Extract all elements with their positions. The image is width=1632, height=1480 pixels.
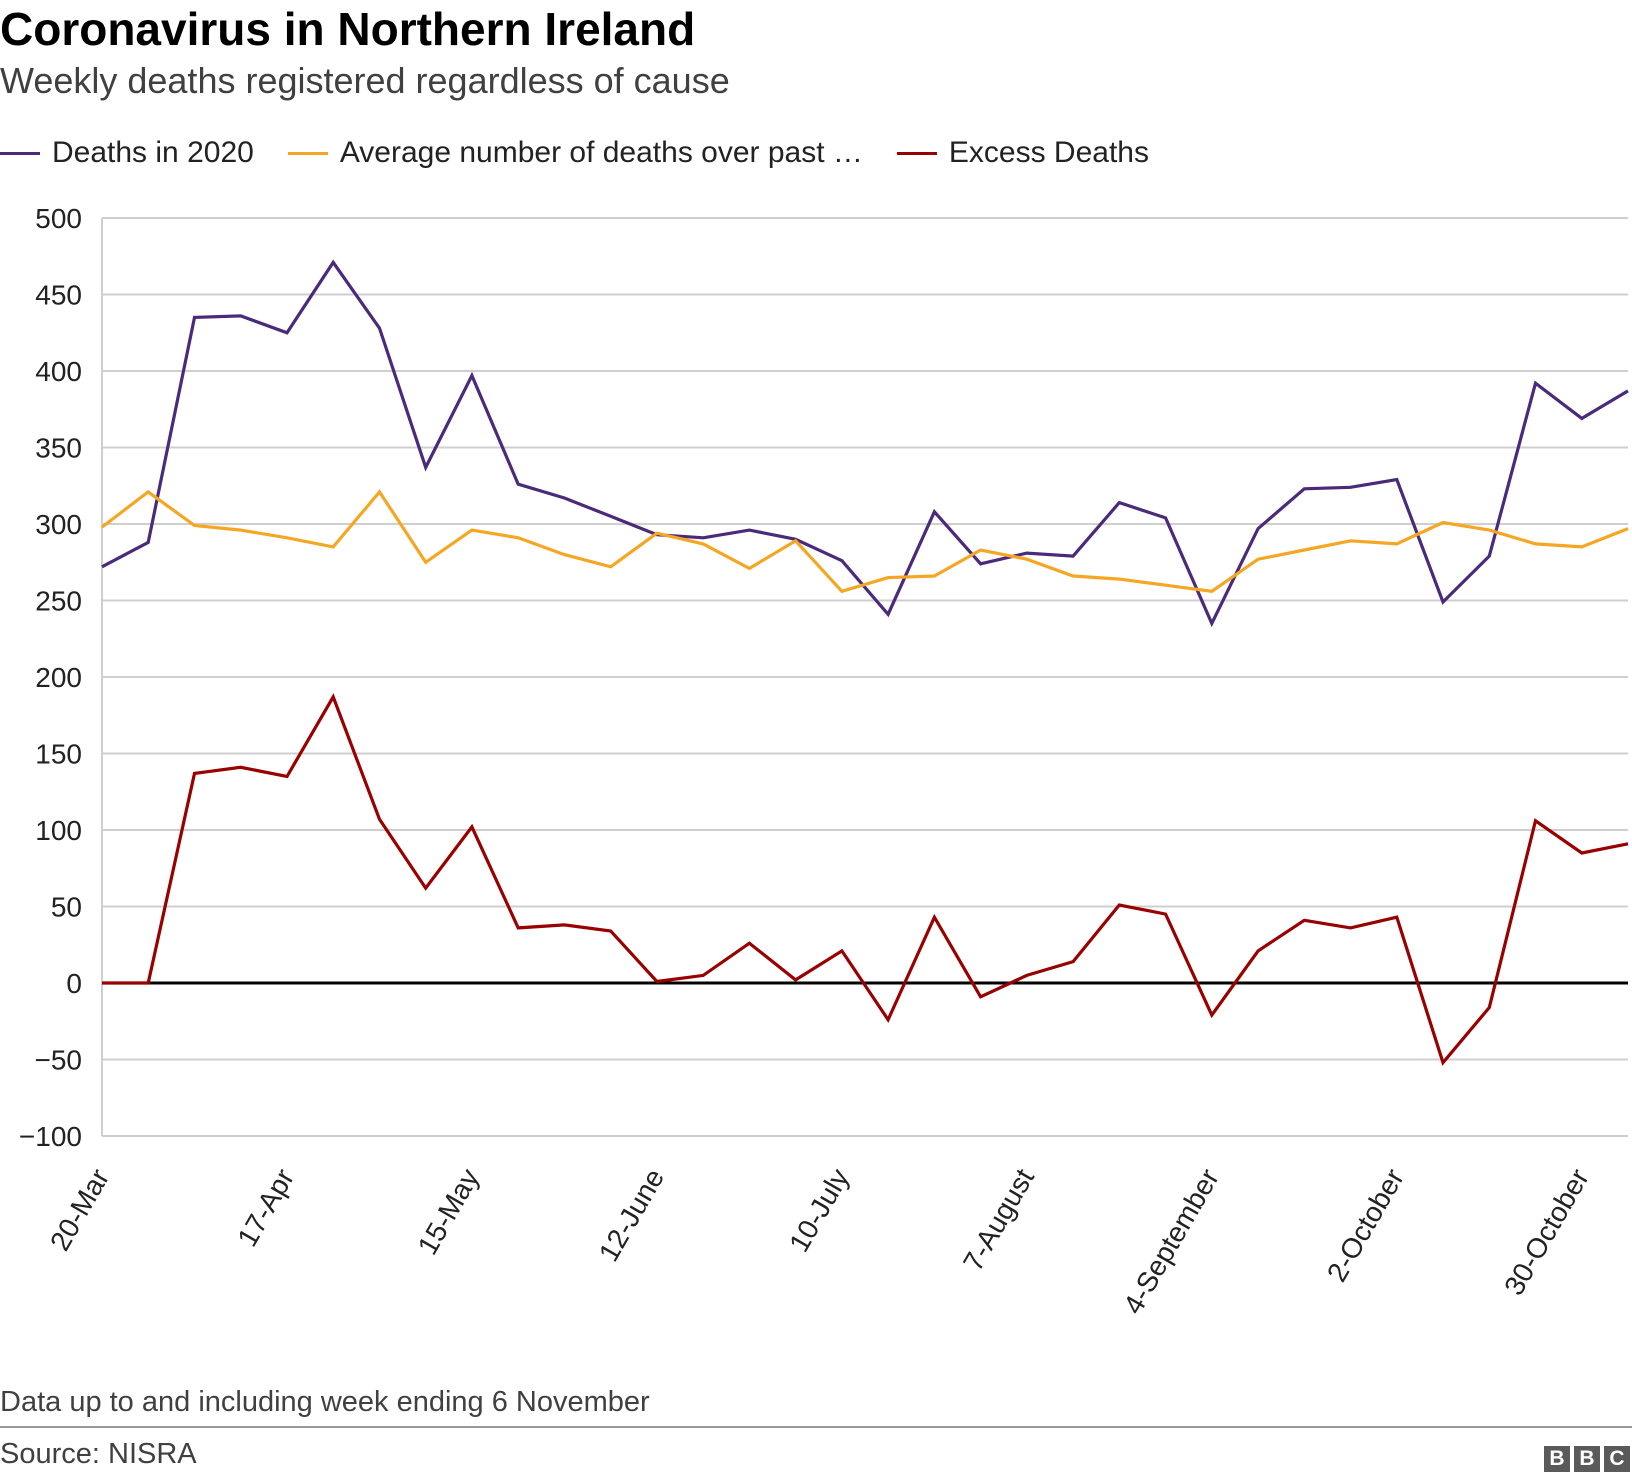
x-tick-label: 10-July: [783, 1164, 855, 1258]
x-tick-label: 17-Apr: [231, 1164, 300, 1252]
y-tick-label: 500: [35, 203, 82, 234]
x-tick-label: 15-May: [412, 1164, 486, 1260]
y-tick-label: 100: [35, 815, 82, 846]
line-chart: 500450400350300250200150100500−50−10020-…: [19, 203, 1629, 1320]
series-line-average: [101, 489, 1629, 594]
x-tick-label: 12-June: [593, 1164, 670, 1267]
y-tick-label: 350: [35, 433, 82, 464]
y-tick-label: 150: [35, 739, 82, 770]
y-tick-label: 450: [35, 280, 82, 311]
y-tick-label: −100: [19, 1121, 82, 1152]
y-tick-label: −50: [35, 1045, 83, 1076]
x-tick-label: 4-September: [1117, 1164, 1225, 1320]
bbc-logo-letter: C: [1604, 1446, 1630, 1472]
bbc-logo-letter: B: [1544, 1446, 1570, 1472]
footer-divider: [0, 1426, 1632, 1428]
bbc-logo-letter: B: [1574, 1446, 1600, 1472]
source: Source: NISRA: [0, 1438, 197, 1470]
y-tick-label: 250: [35, 586, 82, 617]
bbc-logo: B B C: [1544, 1446, 1630, 1472]
x-tick-label: 20-Mar: [44, 1164, 115, 1256]
y-tick-label: 200: [35, 662, 82, 693]
y-tick-label: 50: [51, 892, 82, 923]
footnote: Data up to and including week ending 6 N…: [0, 1386, 650, 1418]
y-tick-label: 400: [35, 356, 82, 387]
y-tick-label: 300: [35, 509, 82, 540]
x-tick-label: 2-October: [1321, 1164, 1410, 1287]
series-line-excess-deaths: [102, 693, 1629, 1066]
y-tick-label: 0: [66, 968, 82, 999]
x-tick-label: 7-August: [957, 1163, 1040, 1276]
x-tick-label: 30-October: [1498, 1164, 1595, 1301]
series-line-deaths-2020: [101, 259, 1629, 628]
